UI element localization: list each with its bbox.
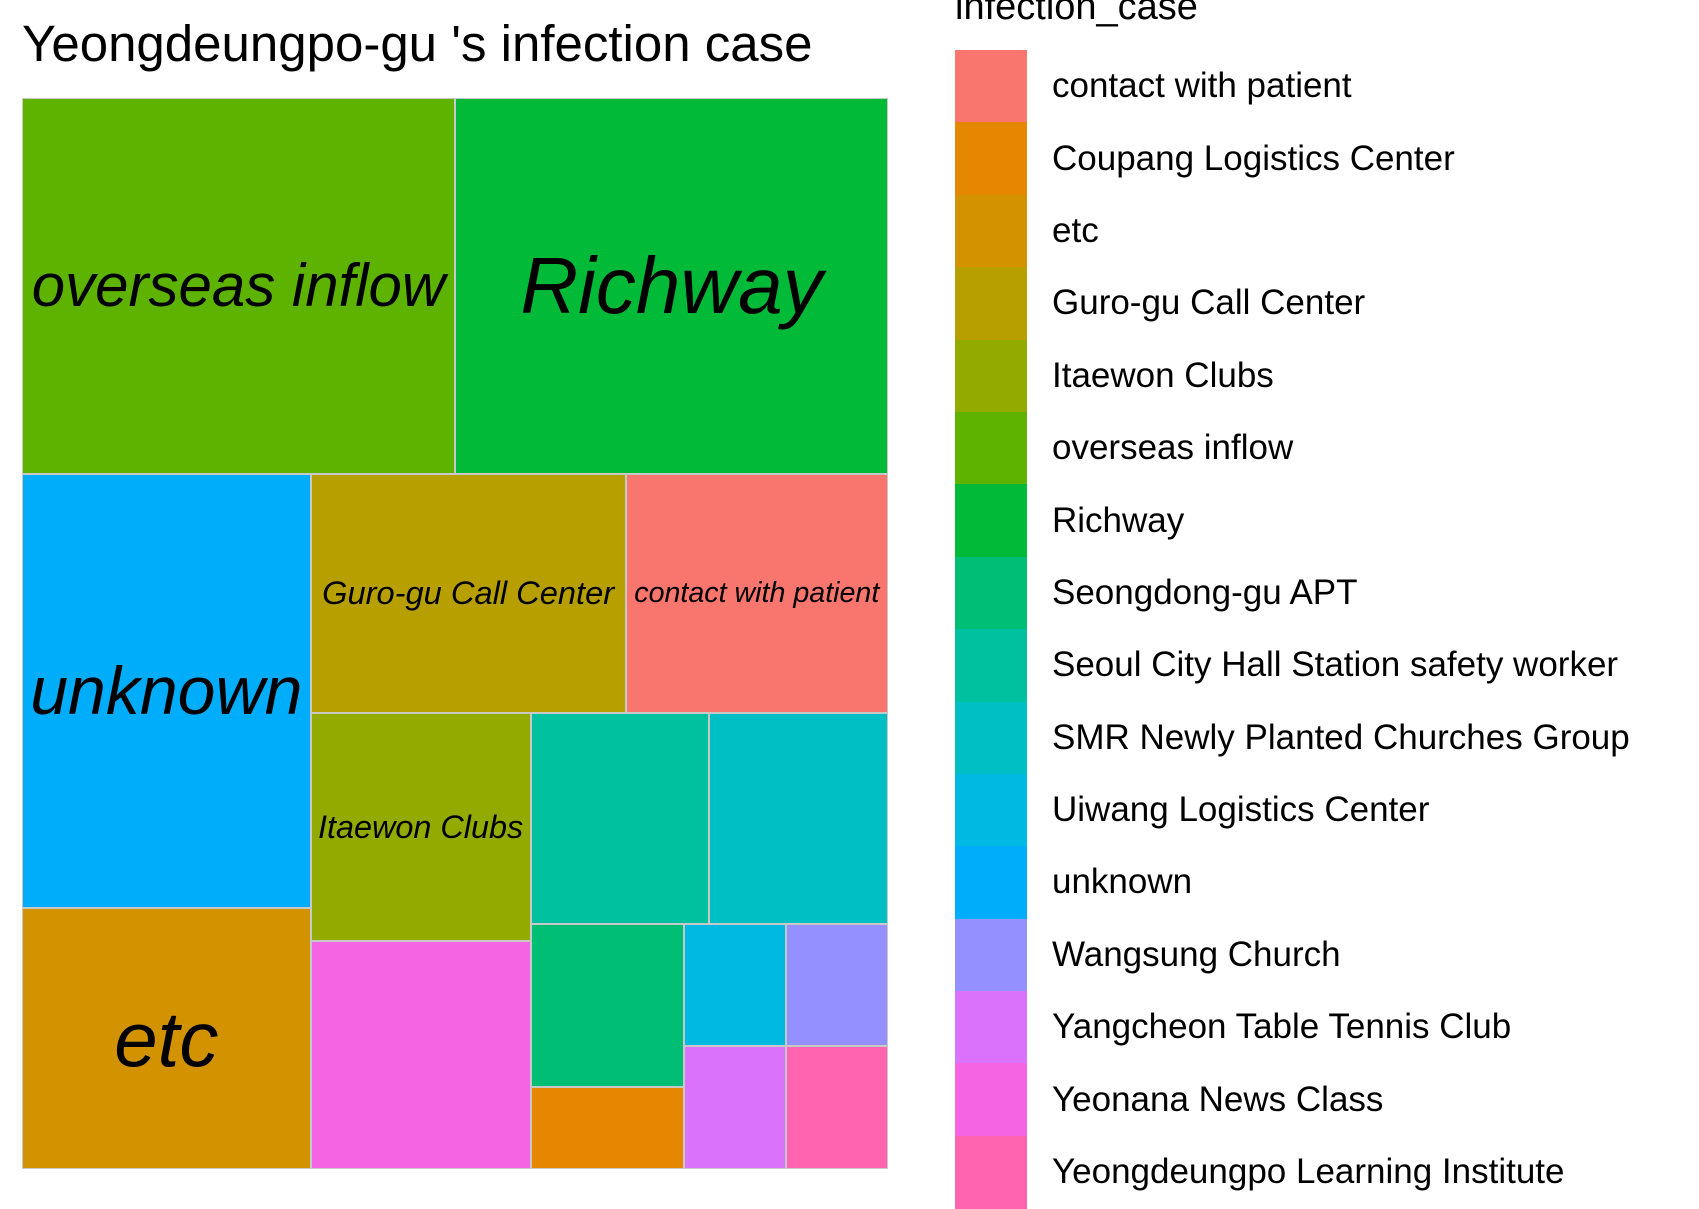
legend-label: contact with patient — [1052, 66, 1352, 106]
treemap-label-unknown: unknown — [30, 653, 303, 730]
legend-key — [955, 484, 1027, 558]
legend-label: unknown — [1052, 862, 1193, 902]
treemap-tile-itaewon-clubs: Itaewon Clubs — [310, 713, 531, 942]
treemap-tile-unknown: unknown — [22, 474, 311, 909]
treemap-label-richway: Richway — [520, 241, 823, 331]
treemap-tile-coupang-logistics-center — [530, 1087, 684, 1169]
treemap-tile-seongdong-gu-apt — [530, 923, 684, 1088]
legend-key — [955, 1135, 1027, 1209]
treemap-tile-yeongdeungpo-learning-institute — [785, 1046, 888, 1169]
legend-label: Yeongdeungpo Learning Institute — [1052, 1152, 1565, 1192]
legend-key — [955, 629, 1027, 703]
legend-key — [955, 122, 1027, 196]
legend-label: SMR Newly Planted Churches Group — [1052, 717, 1630, 757]
legend-label: Richway — [1052, 500, 1185, 540]
legend-key — [955, 1063, 1027, 1137]
legend-label: Yeonana News Class — [1052, 1079, 1384, 1119]
legend-label: Itaewon Clubs — [1052, 355, 1274, 395]
treemap-tile-wangsung-church — [785, 923, 888, 1047]
treemap-tile-yangcheon-table-tennis-club — [683, 1046, 786, 1169]
legend-label: Coupang Logistics Center — [1052, 138, 1455, 178]
treemap-label-guro-gu-call-center: Guro-gu Call Center — [322, 574, 615, 612]
treemap-tile-smr-newly-planted-churches-group — [709, 713, 888, 924]
legend-key — [955, 267, 1027, 341]
legend-key — [955, 701, 1027, 775]
legend-key — [955, 918, 1027, 992]
legend-label: Seongdong-gu APT — [1052, 572, 1358, 612]
legend-key — [955, 991, 1027, 1065]
legend-label: Seoul City Hall Station safety worker — [1052, 645, 1619, 685]
legend-label: etc — [1052, 210, 1099, 250]
treemap-tile-richway: Richway — [455, 98, 888, 475]
legend-title: infection_case — [955, 0, 1198, 28]
treemap-label-itaewon-clubs: Itaewon Clubs — [318, 808, 524, 845]
legend-label: Wangsung Church — [1052, 934, 1341, 974]
legend-key — [955, 194, 1027, 268]
legend-label: Uiwang Logistics Center — [1052, 790, 1430, 830]
treemap-label-etc: etc — [114, 994, 219, 1083]
legend-key — [955, 339, 1027, 413]
legend-key — [955, 773, 1027, 847]
treemap-tile-overseas-inflow: overseas inflow — [22, 98, 455, 475]
treemap-tile-etc: etc — [22, 908, 311, 1169]
treemap-label-contact-with-patient: contact with patient — [634, 577, 880, 610]
chart-title: Yeongdeungpo-gu 's infection case — [22, 15, 813, 72]
legend-key — [955, 556, 1027, 630]
treemap-tile-contact-with-patient: contact with patient — [625, 474, 888, 714]
treemap-tile-guro-gu-call-center: Guro-gu Call Center — [310, 474, 626, 714]
treemap-tile-seoul-city-hall-station-safety-worker — [530, 713, 710, 924]
treemap-tile-yeonana-news-class — [310, 941, 531, 1169]
treemap-label-overseas-inflow: overseas inflow — [31, 252, 446, 320]
legend-label: overseas inflow — [1052, 428, 1294, 468]
legend-label: Yangcheon Table Tennis Club — [1052, 1007, 1512, 1047]
legend-label: Guro-gu Call Center — [1052, 283, 1366, 323]
legend-key — [955, 411, 1027, 485]
legend-key — [955, 846, 1027, 920]
treemap: overseas inflow Richway unknown etc Guro-gu … — [22, 98, 888, 1169]
legend-key — [955, 50, 1027, 123]
treemap-tile-uiwang-logistics-center — [683, 923, 786, 1047]
